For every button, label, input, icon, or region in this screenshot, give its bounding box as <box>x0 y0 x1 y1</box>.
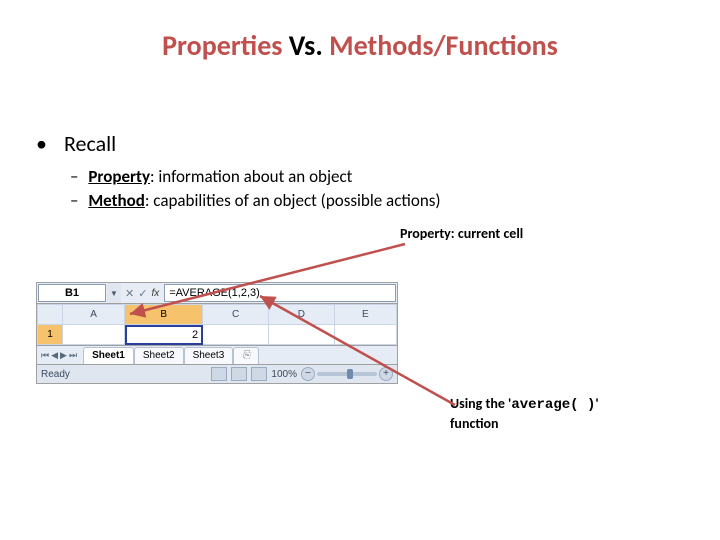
sheet-tab-2[interactable]: Sheet2 <box>134 347 184 364</box>
row-header-1[interactable]: 1 <box>38 325 63 345</box>
zoom-control: − + <box>301 367 393 381</box>
zoom-in-icon[interactable]: + <box>379 367 393 381</box>
cell-c1[interactable] <box>203 325 269 345</box>
col-header-b[interactable]: B <box>125 305 203 325</box>
subbullet-method: – Method: capabilities of an object (pos… <box>70 190 441 212</box>
col-header-a[interactable]: A <box>63 305 125 325</box>
select-all-corner[interactable] <box>38 305 63 325</box>
col-header-c[interactable]: C <box>203 305 269 325</box>
bullet-recall: Recall <box>36 130 116 157</box>
title-methods: Methods/Functions <box>329 28 558 63</box>
sheet-first-icon[interactable]: ⏮ <box>41 350 49 361</box>
callout-average-function: Using the 'average( )' function <box>450 395 650 432</box>
cell-d1[interactable] <box>268 325 334 345</box>
cell-b1[interactable]: 2 <box>125 325 203 345</box>
sheet-next-icon[interactable]: ▶ <box>60 350 67 361</box>
zoom-out-icon[interactable]: − <box>301 367 315 381</box>
dash: – <box>70 190 78 211</box>
col-header-d[interactable]: D <box>268 305 334 325</box>
annotation-arrows <box>0 0 720 540</box>
sheet-tab-3-label: Sheet3 <box>193 350 225 361</box>
sheet-tab-1[interactable]: Sheet1 <box>83 347 134 364</box>
spreadsheet-grid[interactable]: A B C D E 1 2 <box>37 304 397 345</box>
dash: – <box>70 166 78 187</box>
sheet-tab-3[interactable]: Sheet3 <box>184 347 234 364</box>
sheet-tab-2-label: Sheet2 <box>143 350 175 361</box>
callout-avg-fn: average( ) <box>511 397 595 413</box>
sheet-prev-icon[interactable]: ◀ <box>51 350 58 361</box>
name-box-value: B1 <box>65 287 79 299</box>
slide-title: Properties Vs. Methods/Functions <box>0 28 720 63</box>
status-bar: Ready 100% − + <box>37 364 397 383</box>
sheet-nav: ⏮ ◀ ▶ ⏭ <box>41 350 77 361</box>
status-right: 100% − + <box>211 367 393 381</box>
name-box-dropdown-icon[interactable]: ▼ <box>107 283 121 303</box>
sheet-last-icon[interactable]: ⏭ <box>69 350 77 361</box>
method-label: Method <box>88 190 145 211</box>
formula-bar: B1 ▼ ✕ ✓ fx =AVERAGE(1,2,3) <box>37 283 397 304</box>
zoom-level: 100% <box>271 369 297 380</box>
view-page-layout-icon[interactable] <box>231 367 247 381</box>
view-normal-icon[interactable] <box>211 367 227 381</box>
slide: Properties Vs. Methods/Functions Recall … <box>0 0 720 540</box>
method-text: : capabilities of an object (possible ac… <box>145 190 441 211</box>
bullet-recall-text: Recall <box>64 130 116 157</box>
excel-screenshot: B1 ▼ ✕ ✓ fx =AVERAGE(1,2,3) A B C D E <box>36 282 398 384</box>
insert-sheet-icon: ⎘ <box>242 350 250 361</box>
col-header-e[interactable]: E <box>334 305 396 325</box>
property-text: : information about an object <box>150 166 352 187</box>
property-label: Property <box>88 166 150 187</box>
subbullet-property: – Property: information about an object <box>70 166 352 188</box>
cell-e1[interactable] <box>334 325 396 345</box>
formula-bar-icons: ✕ ✓ fx <box>121 283 163 303</box>
cell-a1[interactable] <box>63 325 125 345</box>
formula-input[interactable]: =AVERAGE(1,2,3) <box>164 284 396 302</box>
callout-property-cell: Property: current cell <box>400 225 560 243</box>
callout-avg-pre: Using the ' <box>450 395 511 412</box>
sheet-tab-1-label: Sheet1 <box>92 350 125 361</box>
status-ready: Ready <box>41 369 70 380</box>
title-properties: Properties <box>162 28 282 63</box>
view-page-break-icon[interactable] <box>251 367 267 381</box>
sheet-tab-bar: ⏮ ◀ ▶ ⏭ Sheet1 Sheet2 Sheet3 ⎘ <box>37 345 397 364</box>
formula-text: =AVERAGE(1,2,3) <box>169 287 260 299</box>
title-vs: Vs. <box>282 28 329 63</box>
fx-icon[interactable]: fx <box>151 288 159 299</box>
zoom-slider[interactable] <box>317 372 377 376</box>
cancel-icon[interactable]: ✕ <box>125 287 134 300</box>
name-box[interactable]: B1 <box>38 284 106 302</box>
callout-property-cell-text: Property: current cell <box>400 225 523 242</box>
insert-sheet-tab[interactable]: ⎘ <box>233 347 259 364</box>
enter-icon[interactable]: ✓ <box>138 287 147 300</box>
